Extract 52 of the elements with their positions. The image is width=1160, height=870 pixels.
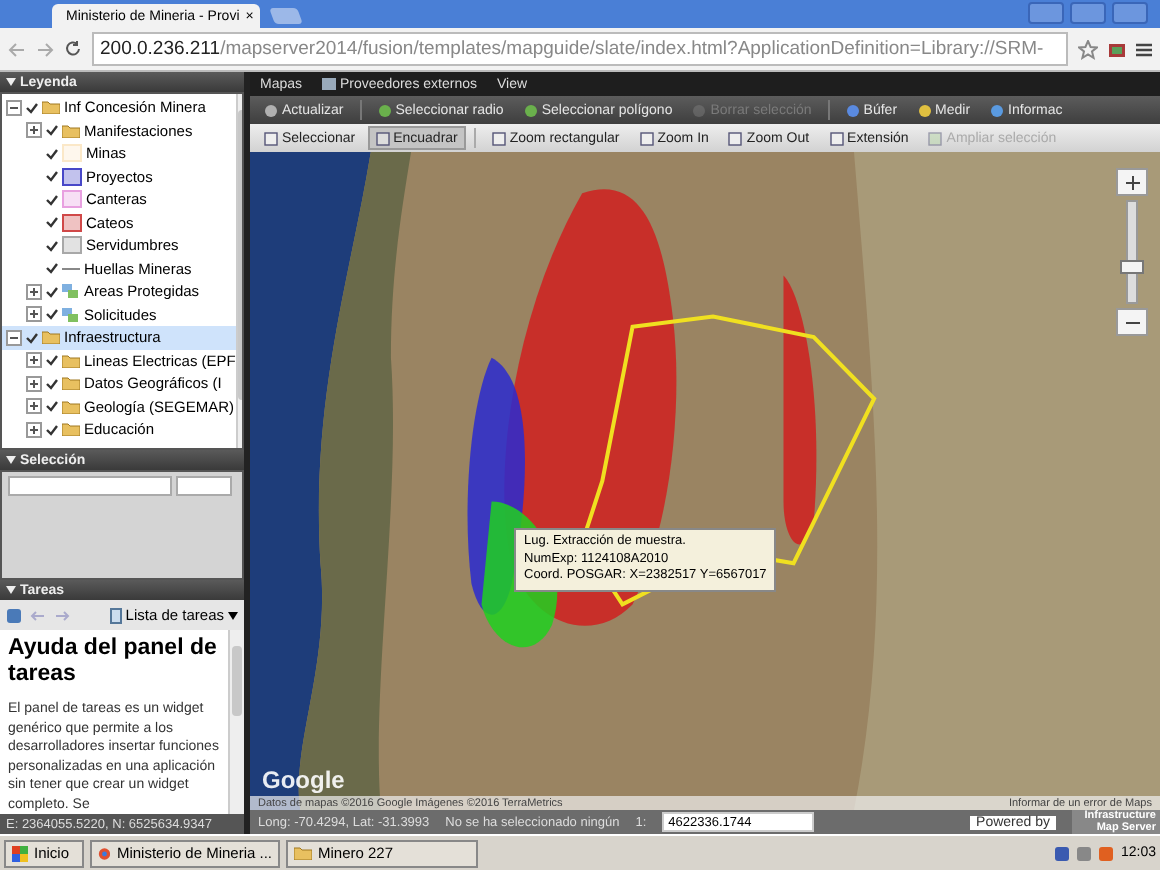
collapse-icon[interactable] (6, 329, 22, 346)
expand-icon[interactable] (26, 421, 42, 438)
zoom-out-button[interactable] (1116, 308, 1148, 336)
help-heading: Ayuda del panel de tareas (8, 636, 219, 688)
caret-icon (6, 586, 16, 594)
checkbox[interactable] (46, 262, 58, 275)
checkbox[interactable] (46, 147, 58, 160)
line-symbol-icon (62, 265, 80, 272)
plus-icon (1125, 175, 1139, 189)
tool-icon (990, 103, 1005, 117)
checkbox[interactable] (46, 354, 58, 367)
scrollbar[interactable] (228, 630, 244, 814)
checkbox[interactable] (46, 193, 58, 206)
expand-icon[interactable] (26, 352, 42, 369)
checkbox[interactable] (26, 101, 38, 114)
expand-icon[interactable] (26, 122, 42, 139)
checkbox[interactable] (46, 124, 58, 137)
checkbox[interactable] (46, 377, 58, 390)
checkbox[interactable] (46, 216, 58, 229)
caret-icon (6, 456, 16, 464)
browser-icon (98, 845, 111, 861)
extension-icon[interactable] (1108, 40, 1126, 58)
tool-icon (728, 131, 743, 145)
windows-logo (12, 845, 28, 861)
window-icon (322, 78, 337, 90)
checkbox[interactable] (46, 239, 58, 252)
zoom-in-button[interactable] (1116, 168, 1148, 196)
checkbox[interactable] (46, 285, 58, 298)
menu-icon[interactable] (1136, 41, 1152, 57)
checkbox[interactable] (26, 331, 38, 344)
expand-icon[interactable] (26, 398, 42, 415)
collapse-icon[interactable] (6, 99, 22, 116)
checkbox[interactable] (46, 423, 58, 436)
map-logo: Google (262, 766, 345, 794)
tool-icon (491, 131, 506, 145)
zoom-slider-thumb[interactable] (1120, 260, 1144, 275)
tool-icon (639, 131, 654, 145)
expand-icon[interactable] (26, 283, 42, 300)
reload-icon[interactable] (64, 40, 82, 58)
folder-icon (294, 846, 312, 860)
expand-icon[interactable] (26, 375, 42, 392)
caret-icon (228, 611, 238, 619)
address-bar[interactable]: 200.0.236.211/mapserver2014/fusion/templates/mapguide/slate/index.html?ApplicationDefinition=Library://SRM- (92, 32, 1068, 66)
star-icon[interactable] (1078, 39, 1098, 59)
checkbox[interactable] (46, 308, 58, 321)
caret-icon (6, 78, 16, 86)
checkbox[interactable] (46, 400, 58, 413)
list-icon (109, 607, 122, 623)
tool-icon (692, 103, 707, 117)
checkbox[interactable] (46, 170, 58, 183)
expand-icon[interactable] (26, 306, 42, 323)
tool-icon (523, 103, 538, 117)
